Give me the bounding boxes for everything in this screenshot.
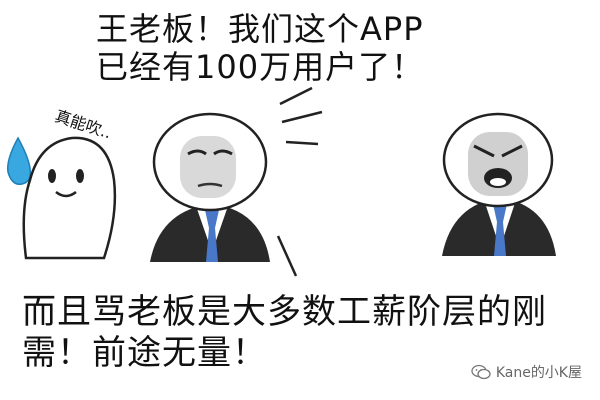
watermark: Kane的小K屋 — [471, 362, 582, 382]
top-caption-line-2: 已经有100万用户了！ — [96, 48, 425, 86]
bottom-caption-line-2: 需！前途无量！ — [22, 333, 267, 373]
wechat-icon — [471, 364, 491, 380]
calm-boss-character — [150, 112, 270, 262]
shouting-boss-character — [442, 112, 556, 256]
watermark-text: Kane的小K屋 — [495, 365, 582, 381]
top-caption-line-1: 王老板！我们这个APP — [96, 10, 424, 48]
speech-lines — [276, 86, 323, 277]
bottom-caption-line-1: 而且骂老板是大多数工薪阶层的刚 — [22, 292, 547, 332]
bottom-caption: 而且骂老板是大多数工薪阶层的刚 需！前途无量！ — [22, 292, 547, 374]
sweat-drop-icon — [6, 136, 32, 185]
white-character — [22, 136, 117, 260]
top-caption: 王老板！我们这个APP 已经有100万用户了！ — [96, 10, 424, 86]
